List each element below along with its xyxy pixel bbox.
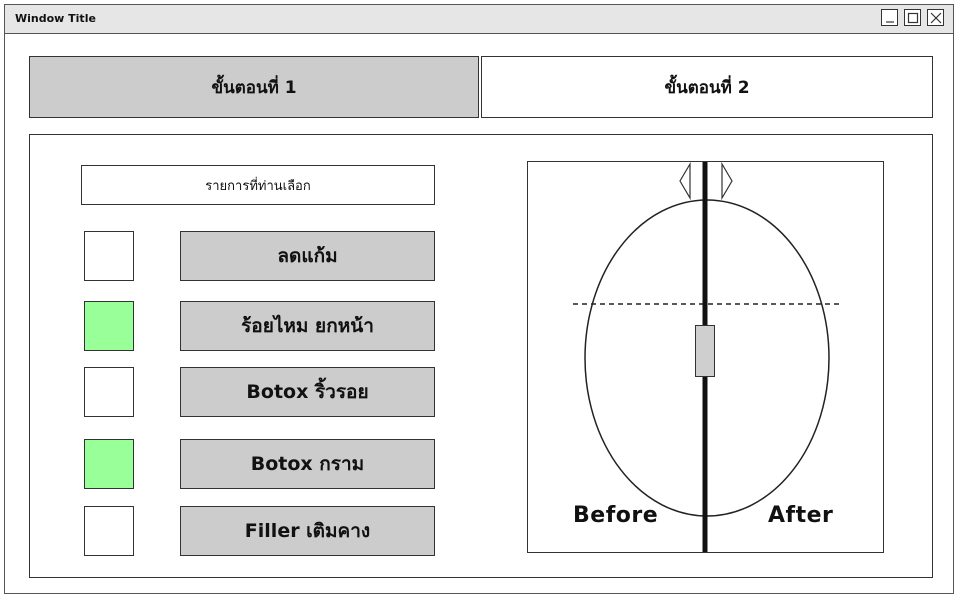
option-button-botox-wrinkles[interactable]: Botox ริ้วรอย (180, 367, 435, 417)
slide-right-icon[interactable] (720, 162, 734, 200)
tab-step-1[interactable]: ขั้นตอนที่ 1 (29, 56, 479, 118)
maximize-icon (907, 12, 919, 24)
window-title: Window Title (15, 12, 96, 25)
checkbox-botox-wrinkles[interactable] (84, 367, 134, 417)
option-button-thread-lift[interactable]: ร้อยไหม ยกหน้า (180, 301, 435, 351)
content-panel: รายการที่ท่านเลือก ลดแก้ม ร้อยไหม ยกหน้า… (29, 134, 933, 578)
option-button-botox-jaw[interactable]: Botox กราม (180, 439, 435, 489)
close-button[interactable] (927, 9, 944, 26)
after-label: After (768, 503, 834, 528)
title-bar: Window Title (5, 5, 953, 34)
before-label: Before (573, 503, 659, 528)
checkbox-reduce-cheek[interactable] (84, 231, 134, 281)
before-after-preview: Before After (527, 161, 884, 553)
app-window: Window Title ขั้นตอนที่ 1 ขั้นตอนที่ 2 ร… (4, 4, 954, 594)
slider-handle[interactable] (695, 325, 715, 377)
tab-step-2[interactable]: ขั้นตอนที่ 2 (481, 56, 933, 118)
selection-header: รายการที่ท่านเลือก (81, 165, 435, 205)
minimize-button[interactable] (881, 9, 898, 26)
checkbox-thread-lift[interactable] (84, 301, 134, 351)
maximize-button[interactable] (904, 9, 921, 26)
slide-left-icon[interactable] (678, 162, 692, 200)
checkbox-filler-chin[interactable] (84, 506, 134, 556)
close-icon (930, 12, 942, 24)
option-button-filler-chin[interactable]: Filler เติมคาง (180, 506, 435, 556)
option-button-reduce-cheek[interactable]: ลดแก้ม (180, 231, 435, 281)
checkbox-botox-jaw[interactable] (84, 439, 134, 489)
minimize-icon (886, 21, 894, 23)
